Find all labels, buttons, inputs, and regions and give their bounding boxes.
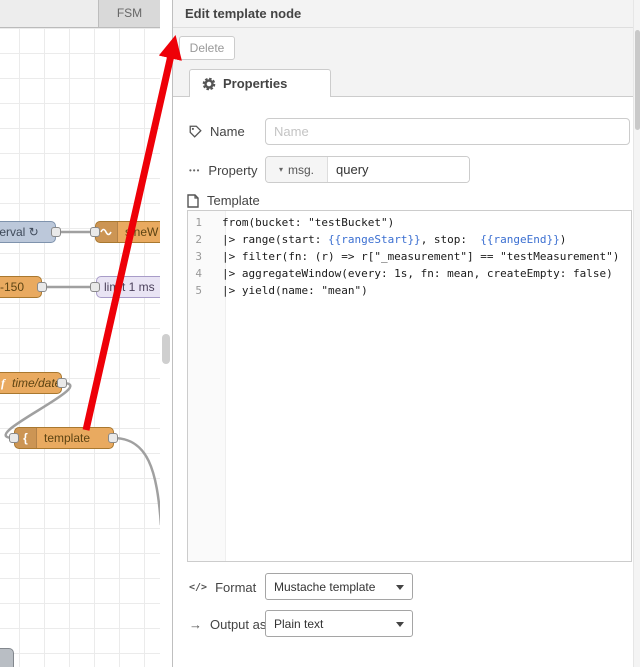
- line-number: 5: [195, 284, 202, 297]
- node-ms150[interactable]: s-150: [0, 276, 42, 298]
- code-line: 3 |> filter(fn: (r) => r["_measurement"] …: [188, 248, 631, 265]
- output-select-value: Plain text: [274, 616, 324, 631]
- format-select[interactable]: Mustache template: [265, 573, 413, 600]
- tab-properties[interactable]: Properties: [189, 69, 331, 97]
- node-label: limit 1 ms: [104, 280, 155, 294]
- node-timedate[interactable]: f time/date: [0, 372, 62, 394]
- line-number: 3: [195, 250, 202, 263]
- panel-title: Edit template node: [173, 0, 640, 28]
- node-partial[interactable]: [0, 648, 14, 667]
- code-text: |> range(start: {{rangeStart}}, stop: {{…: [222, 233, 567, 246]
- format-label: </> Format: [189, 580, 257, 595]
- template-label: Template: [187, 193, 260, 208]
- code-text: |> aggregateWindow(every: 1s, fn: mean, …: [222, 267, 613, 280]
- code-line: 2 |> range(start: {{rangeStart}}, stop: {…: [188, 231, 631, 248]
- wires: [4, 230, 160, 526]
- code-text: from(bucket: "testBucket"): [222, 216, 395, 229]
- ellipsis-icon: •••: [189, 166, 201, 175]
- node-label: terval ↻: [0, 225, 39, 239]
- code-text: |> filter(fn: (r) => r["_measurement"] =…: [222, 250, 620, 263]
- tab-properties-label: Properties: [223, 76, 288, 91]
- gear-icon: [202, 77, 216, 90]
- line-number: 2: [195, 233, 202, 246]
- node-label: s-150: [0, 280, 25, 294]
- code-line: 1 from(bucket: "testBucket"): [188, 214, 631, 231]
- property-typed-input: ▾ msg.: [265, 156, 470, 183]
- screen: terval ↻ sineW s-150 limit 1 ms f time/d…: [0, 0, 640, 667]
- name-label: Name: [189, 124, 245, 139]
- panel-scrollbar[interactable]: [633, 0, 640, 667]
- panel-scrollbar-thumb[interactable]: [635, 30, 640, 130]
- chevron-down-icon: [396, 585, 404, 590]
- port-template-out[interactable]: [108, 433, 118, 443]
- canvas-scrollbar[interactable]: [160, 0, 172, 667]
- edit-panel: Edit template node Delete Properties Nam…: [172, 0, 640, 667]
- output-as-select[interactable]: Plain text: [265, 610, 413, 637]
- node-label: sineW: [125, 225, 159, 239]
- port-limit-in[interactable]: [90, 282, 100, 292]
- code-editor-lines: 1 from(bucket: "testBucket") 2 |> range(sta…: [188, 214, 631, 299]
- node-template[interactable]: { template: [14, 427, 114, 449]
- delete-button[interactable]: Delete: [179, 36, 235, 60]
- code-editor[interactable]: 1 from(bucket: "testBucket") 2 |> range(sta…: [187, 210, 632, 562]
- property-input[interactable]: [328, 157, 469, 182]
- output-as-label: → Output as: [189, 617, 267, 632]
- canvas-scrollbar-thumb[interactable]: [162, 334, 170, 364]
- code-icon: </>: [189, 582, 208, 593]
- port-template-in[interactable]: [9, 433, 19, 443]
- port-timedate-out[interactable]: [57, 378, 67, 388]
- format-select-value: Mustache template: [274, 579, 376, 594]
- function-icon: f: [1, 375, 5, 390]
- panel-toolbar: Delete Properties: [173, 28, 640, 97]
- node-sinewave[interactable]: sineW: [95, 221, 160, 243]
- port-interval-out[interactable]: [51, 227, 61, 237]
- arrow-right-icon: →: [189, 617, 202, 632]
- node-interval[interactable]: terval ↻: [0, 221, 56, 243]
- caret-down-icon: ▾: [278, 165, 283, 174]
- property-label: ••• Property: [189, 163, 258, 178]
- line-number: 4: [195, 267, 202, 280]
- msg-type-button[interactable]: ▾ msg.: [266, 157, 328, 182]
- code-line: 5 |> yield(name: "mean"): [188, 282, 631, 299]
- node-label: template: [44, 431, 91, 445]
- name-input[interactable]: [265, 118, 630, 145]
- workspace-tab-fsm[interactable]: FSM: [98, 0, 160, 27]
- flow-canvas[interactable]: terval ↻ sineW s-150 limit 1 ms f time/d…: [0, 0, 160, 667]
- node-limit[interactable]: limit 1 ms: [96, 276, 160, 298]
- workspace-tab-bar: FSM: [0, 0, 160, 28]
- line-number: 1: [195, 216, 202, 229]
- tag-icon: [189, 125, 202, 138]
- chevron-down-icon: [396, 622, 404, 627]
- port-ms150-out[interactable]: [37, 282, 47, 292]
- file-icon: [187, 193, 199, 208]
- code-line: 4 |> aggregateWindow(every: 1s, fn: mean,…: [188, 265, 631, 282]
- node-label: time/date: [12, 376, 62, 390]
- code-text: |> yield(name: "mean"): [222, 284, 368, 297]
- msg-prefix-label: msg.: [288, 162, 315, 177]
- port-sinewave-in[interactable]: [90, 227, 100, 237]
